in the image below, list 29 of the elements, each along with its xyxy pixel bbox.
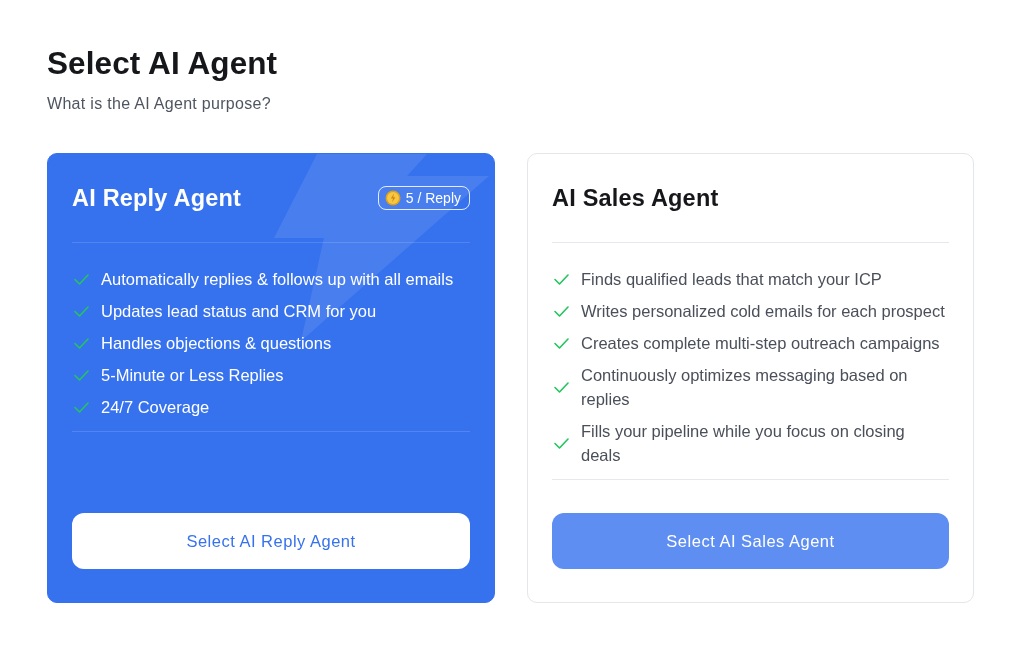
feature-text: Creates complete multi-step outreach campaigns xyxy=(581,333,940,354)
agent-card[interactable] xyxy=(47,153,495,603)
check-icon xyxy=(554,381,569,393)
feature-text: Handles objections & questions xyxy=(101,333,332,354)
feature-text: Writes personalized cold emails for each prospect xyxy=(581,301,945,322)
feature-text: Automatically replies & follows up with all emails xyxy=(101,269,454,290)
select-agent-button[interactable]: Select AI Sales Agent xyxy=(552,513,949,569)
feature-text: Updates lead status and CRM for you xyxy=(101,301,377,322)
check-icon xyxy=(74,401,89,413)
card-title: AI Reply Agent xyxy=(72,184,242,213)
check-icon xyxy=(74,337,89,349)
feature-text: Finds qualified leads that match your ICP xyxy=(581,269,882,290)
check-icon xyxy=(554,337,569,349)
check-icon xyxy=(74,369,89,381)
feature-text: 5-Minute or Less Replies xyxy=(101,365,284,386)
check-icon xyxy=(554,273,569,285)
page-subtitle: What is the AI Agent purpose? xyxy=(47,94,271,114)
price-badge: 5 / Reply xyxy=(377,186,470,210)
check-icon xyxy=(74,305,89,317)
check-icon xyxy=(554,305,569,317)
select-agent-button[interactable]: Select AI Reply Agent xyxy=(72,513,470,569)
feature-text: 24/7 Coverage xyxy=(101,397,210,418)
feature-text: Fills your pipeline while you focus on closing deals xyxy=(581,421,906,466)
page-title: Select AI Agent xyxy=(47,44,278,82)
feature-text: Continuously optimizes messaging based on replies xyxy=(581,365,909,410)
coin-icon xyxy=(384,190,401,206)
check-icon xyxy=(74,273,89,285)
card-title: AI Sales Agent xyxy=(552,184,719,213)
check-icon xyxy=(554,437,569,449)
